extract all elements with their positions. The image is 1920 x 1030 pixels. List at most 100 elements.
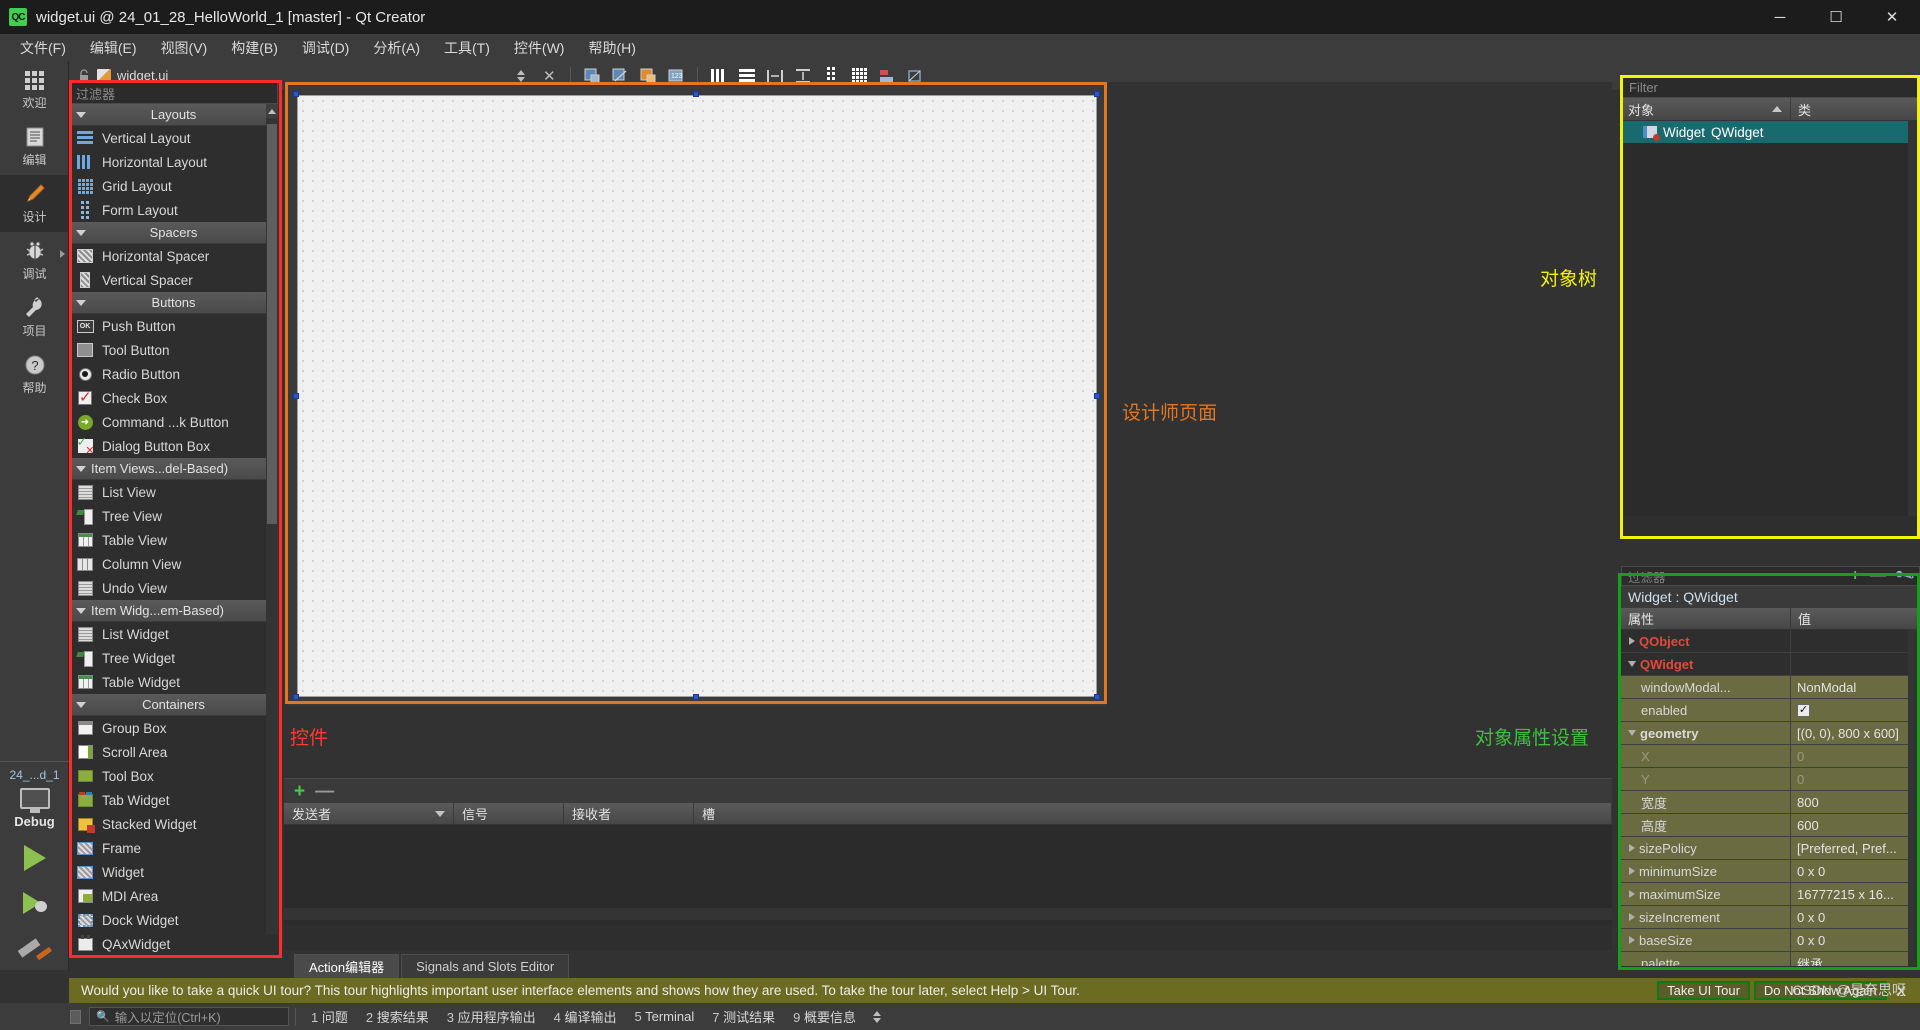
run-button[interactable]	[0, 835, 69, 880]
chevron-down-icon[interactable]	[1628, 730, 1636, 736]
widget-item-list-view[interactable]: List View	[69, 480, 278, 504]
menu-item-4[interactable]: 调试(D)	[290, 34, 361, 62]
form-window[interactable]	[288, 86, 1106, 706]
editor-tab-1[interactable]: Signals and Slots Editor	[401, 954, 570, 978]
action-editor-hscrollbar[interactable]	[284, 908, 1612, 920]
kit-selector[interactable]: 24_...d_1 Debug	[0, 761, 69, 970]
object-inspector-filter[interactable]: Filter	[1621, 76, 1920, 98]
mode-button-wrench[interactable]: 项目	[0, 289, 69, 346]
resize-handle-bottom-left[interactable]	[293, 694, 299, 700]
widget-group-header-3[interactable]: Item Views...del-Based)	[69, 458, 278, 480]
property-value-cell[interactable]	[1791, 630, 1920, 652]
editor-tab-0[interactable]: Action编辑器	[294, 954, 400, 978]
value-column-header[interactable]: 值	[1791, 608, 1920, 629]
output-pane-7[interactable]: 7 测试结果	[703, 1007, 784, 1026]
property-value-cell[interactable]: 0 x 0	[1791, 906, 1920, 928]
menu-item-0[interactable]: 文件(F)	[8, 34, 78, 62]
widget-item-command-k-button[interactable]: ➜ Command ...k Button	[69, 410, 278, 434]
chevron-right-icon[interactable]	[1629, 936, 1635, 944]
widget-item-widget[interactable]: Widget	[69, 860, 278, 884]
widget-item-grid-layout[interactable]: Grid Layout	[69, 174, 278, 198]
enabled-checkbox[interactable]: ✓	[1797, 703, 1810, 717]
widget-item-form-layout[interactable]: Form Layout	[69, 198, 278, 222]
property-value-cell[interactable]: [Preferred, Pref...	[1791, 837, 1920, 859]
widget-item-vertical-layout[interactable]: Vertical Layout	[69, 126, 278, 150]
property-value-cell[interactable]: [(0, 0), 800 x 600]	[1791, 722, 1920, 744]
lock-icon[interactable]	[77, 68, 91, 83]
widget-group-header-5[interactable]: Containers	[69, 694, 278, 716]
widget-item-tree-view[interactable]: Tree View	[69, 504, 278, 528]
toggle-sidebar-icon[interactable]	[70, 1009, 81, 1024]
widget-item-tab-widget[interactable]: Tab Widget	[69, 788, 278, 812]
chevron-down-icon[interactable]	[1628, 661, 1636, 667]
locator-input[interactable]: 🔍 输入以定位(Ctrl+K)	[89, 1007, 289, 1026]
menu-item-1[interactable]: 编辑(E)	[78, 34, 149, 62]
widget-item-horizontal-layout[interactable]: Horizontal Layout	[69, 150, 278, 174]
add-property-icon[interactable]: +	[1845, 567, 1864, 585]
remove-property-icon[interactable]: —	[1865, 567, 1891, 585]
property-editor-scrollbar[interactable]	[1908, 630, 1920, 966]
widget-item-dock-widget[interactable]: Dock Widget	[69, 908, 278, 932]
mode-button-pencil[interactable]: 设计	[0, 175, 69, 232]
designer-canvas[interactable]	[284, 82, 1612, 776]
widget-item-dialog-button-box[interactable]: Dialog Button Box	[69, 434, 278, 458]
widget-item-table-widget[interactable]: Table Widget	[69, 670, 278, 694]
chevron-right-icon[interactable]	[1629, 913, 1635, 921]
scroll-up-arrow[interactable]	[266, 104, 278, 118]
widget-item-vertical-spacer[interactable]: Vertical Spacer	[69, 268, 278, 292]
property-row--[interactable]: 高度 600	[1621, 814, 1920, 837]
widget-item-table-view[interactable]: Table View	[69, 528, 278, 552]
remove-action-button[interactable]: —	[315, 782, 334, 801]
property-row--[interactable]: 宽度 800	[1621, 791, 1920, 814]
output-pane-5[interactable]: 5 Terminal	[626, 1009, 704, 1024]
property-filter-input[interactable]: 过滤器	[1622, 567, 1845, 586]
object-tree-row-widget[interactable]: Widget QWidget	[1621, 121, 1920, 143]
output-pane-1[interactable]: 1 问题	[302, 1007, 357, 1026]
output-pane-2[interactable]: 2 搜索结果	[357, 1007, 438, 1026]
property-row-qwidget[interactable]: QWidget	[1621, 653, 1920, 676]
resize-handle-top-right[interactable]	[1094, 91, 1100, 97]
property-row-basesize[interactable]: baseSize 0 x 0	[1621, 929, 1920, 952]
mode-expand-arrow-icon[interactable]	[60, 250, 65, 258]
resize-handle-top[interactable]	[693, 91, 699, 97]
widget-item-push-button[interactable]: OK Push Button	[69, 314, 278, 338]
signal-slot-column-0[interactable]: 发送者	[284, 803, 454, 824]
widget-item-list-widget[interactable]: List Widget	[69, 622, 278, 646]
menu-item-5[interactable]: 分析(A)	[361, 34, 432, 62]
output-pane-3[interactable]: 3 应用程序输出	[438, 1007, 545, 1026]
scroll-thumb[interactable]	[267, 124, 277, 524]
widget-group-header-0[interactable]: Layouts	[69, 104, 278, 126]
menu-item-6[interactable]: 工具(T)	[432, 34, 502, 62]
menu-item-8[interactable]: 帮助(H)	[576, 34, 647, 62]
mode-button-grid-dots[interactable]: 欢迎	[0, 61, 69, 118]
widget-box-filter[interactable]: 过滤器	[69, 82, 278, 104]
widget-group-header-2[interactable]: Buttons	[69, 292, 278, 314]
property-value-cell[interactable]: 600	[1791, 814, 1920, 836]
add-action-button[interactable]: +	[294, 782, 305, 801]
resize-handle-top-left[interactable]	[293, 91, 299, 97]
widget-item-tool-box[interactable]: Tool Box	[69, 764, 278, 788]
object-inspector-scrollbar[interactable]	[1908, 121, 1920, 516]
menu-item-3[interactable]: 构建(B)	[219, 34, 290, 62]
widget-item-horizontal-spacer[interactable]: Horizontal Spacer	[69, 244, 278, 268]
widget-item-group-box[interactable]: Group Box	[69, 716, 278, 740]
property-row-minimumsize[interactable]: minimumSize 0 x 0	[1621, 860, 1920, 883]
minimize-button[interactable]: ─	[1752, 0, 1808, 34]
widget-item-qaxwidget[interactable]: QAxWidget	[69, 932, 278, 956]
resize-handle-bottom[interactable]	[693, 694, 699, 700]
class-column-header[interactable]: 类	[1791, 98, 1920, 120]
widget-item-stacked-widget[interactable]: Stacked Widget	[69, 812, 278, 836]
open-document-selector[interactable]: widget.ui	[97, 68, 168, 83]
signal-slot-column-1[interactable]: 信号	[454, 803, 564, 824]
widget-item-radio-button[interactable]: Radio Button	[69, 362, 278, 386]
resize-handle-left[interactable]	[293, 393, 299, 399]
maximize-button[interactable]: ☐	[1808, 0, 1864, 34]
mode-button-bug[interactable]: 调试	[0, 232, 69, 289]
build-button[interactable]	[0, 925, 69, 970]
property-row-qobject[interactable]: QObject	[1621, 630, 1920, 653]
chevron-right-icon[interactable]	[1629, 844, 1635, 852]
output-pane-stepper[interactable]	[865, 1010, 889, 1023]
mode-button-document-lines[interactable]: 编辑	[0, 118, 69, 175]
widget-box-scrollbar[interactable]	[266, 104, 278, 934]
widget-item-scroll-area[interactable]: Scroll Area	[69, 740, 278, 764]
